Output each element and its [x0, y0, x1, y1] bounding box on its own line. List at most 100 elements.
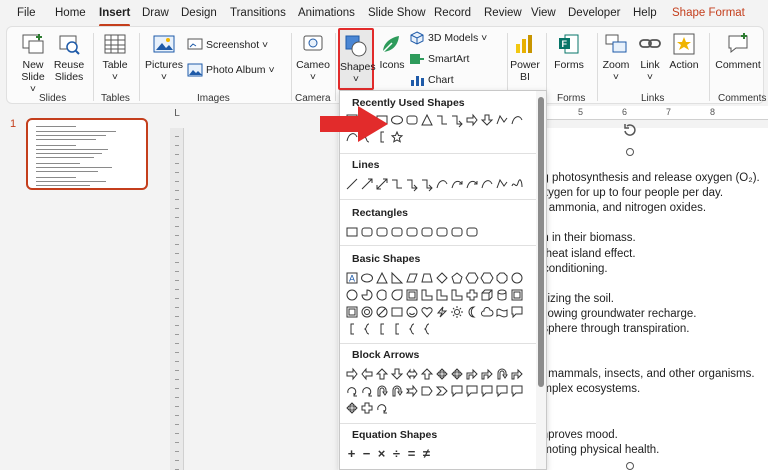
shape-quadarrow-icon[interactable]	[434, 367, 449, 381]
shape-brace-icon[interactable]	[419, 322, 434, 336]
menu-tab-design[interactable]: Design	[181, 7, 217, 19]
menu-tab-file[interactable]: File	[17, 7, 36, 19]
new-slide-button[interactable]: New Slide ˅	[17, 32, 49, 95]
shape-tri-icon[interactable]	[374, 271, 389, 285]
3d-models-button[interactable]: 3D Models ˅	[409, 31, 487, 45]
shape-freeform-icon[interactable]	[494, 177, 509, 191]
link-button[interactable]: Link ˅	[635, 32, 665, 83]
menu-tab-help[interactable]: Help	[633, 7, 657, 19]
shape-notched-icon[interactable]	[404, 384, 419, 398]
shape-rarrow-icon[interactable]	[344, 367, 359, 381]
shape-brace-icon[interactable]	[359, 322, 374, 336]
shape-chevron-icon[interactable]	[434, 384, 449, 398]
gallery-scrollbar[interactable]	[536, 91, 546, 469]
shape-curvearrow-icon[interactable]	[449, 177, 464, 191]
shape-lshape-icon[interactable]	[434, 288, 449, 302]
menu-tab-record[interactable]: Record	[434, 7, 471, 19]
shape-uturn-icon[interactable]	[494, 367, 509, 381]
shape-rarrow-icon[interactable]	[464, 113, 479, 127]
shape-rect-icon[interactable]	[389, 305, 404, 319]
shape-freeform-icon[interactable]	[494, 113, 509, 127]
shape-rrect-icon[interactable]	[404, 113, 419, 127]
shape-sun-icon[interactable]	[449, 305, 464, 319]
shape-frame-icon[interactable]	[404, 288, 419, 302]
equation-shape-icon[interactable]: =	[404, 446, 419, 461]
shape-callout-icon[interactable]	[464, 384, 479, 398]
shape-parallelogram-icon[interactable]	[404, 271, 419, 285]
shape-wave-icon[interactable]	[494, 305, 509, 319]
smartart-button[interactable]: SmartArt	[409, 52, 469, 66]
shape-frame-icon[interactable]	[509, 288, 524, 302]
pictures-button[interactable]: Pictures ˅	[145, 32, 183, 83]
shape-cloud-icon[interactable]	[479, 305, 494, 319]
shape-frame-icon[interactable]	[344, 305, 359, 319]
ruler-tab-selector[interactable]: L	[171, 108, 183, 120]
shape-octagon-icon[interactable]	[494, 271, 509, 285]
shape-elbowarrow-icon[interactable]	[449, 113, 464, 128]
shape-curve-icon[interactable]	[509, 113, 524, 127]
shape-circarrow-icon[interactable]	[344, 384, 359, 398]
table-button[interactable]: Table ˅	[99, 32, 131, 83]
shape-textbox-icon[interactable]: A	[344, 271, 359, 285]
shape-oval-icon[interactable]	[389, 113, 404, 127]
shape-hexagon-icon[interactable]	[479, 271, 494, 285]
shape-curve-icon[interactable]	[434, 177, 449, 191]
shape-larrow-icon[interactable]	[359, 367, 374, 381]
selection-handle-bottom[interactable]	[626, 462, 634, 470]
shape-elbowarrow-icon[interactable]	[404, 177, 419, 192]
shape-bentarrow-icon[interactable]	[464, 367, 479, 381]
shape-bentarrow-icon[interactable]	[509, 367, 524, 381]
menu-tab-shape-format[interactable]: Shape Format	[672, 7, 745, 19]
slide-thumbnail[interactable]	[26, 118, 148, 190]
shape-rrect-icon[interactable]	[359, 225, 374, 239]
equation-shape-icon[interactable]: ≠	[419, 446, 434, 461]
shape-donut-icon[interactable]	[359, 305, 374, 319]
menu-tab-insert[interactable]: Insert	[99, 7, 131, 27]
shape-cube-icon[interactable]	[479, 288, 494, 302]
shape-rrect-icon[interactable]	[389, 225, 404, 239]
gallery-scroll-thumb[interactable]	[538, 97, 544, 387]
shape-can-icon[interactable]	[494, 288, 509, 302]
shape-teardrop-icon[interactable]	[389, 288, 404, 302]
shapes-button[interactable]: Shapes ˅	[338, 28, 376, 90]
shape-uarrow-icon[interactable]	[374, 367, 389, 381]
shape-circle-icon[interactable]	[509, 271, 524, 285]
shape-circarrow-icon[interactable]	[359, 384, 374, 398]
shape-hexagon-icon[interactable]	[464, 271, 479, 285]
shape-diamond-icon[interactable]	[434, 271, 449, 285]
shape-uarrow-icon[interactable]	[419, 367, 434, 381]
menu-tab-animations[interactable]: Animations	[298, 7, 355, 19]
power-bi-button[interactable]: Power BI	[510, 32, 540, 83]
shape-rrect-icon[interactable]	[449, 225, 464, 239]
zoom-button[interactable]: Zoom ˅	[601, 32, 631, 83]
shape-bolt-icon[interactable]	[434, 305, 449, 319]
shape-nosymbol-icon[interactable]	[374, 305, 389, 319]
shape-uturn-icon[interactable]	[389, 384, 404, 398]
shape-elbow-icon[interactable]	[389, 177, 404, 191]
shape-pentagon-icon[interactable]	[449, 271, 464, 285]
shape-lshape-icon[interactable]	[419, 288, 434, 302]
forms-button[interactable]: F Forms	[551, 32, 587, 71]
comment-button[interactable]: Comment	[715, 32, 761, 71]
shape-bentarrow-icon[interactable]	[479, 367, 494, 381]
screenshot-button[interactable]: Screenshot ˅	[187, 38, 268, 52]
shape-uturn-icon[interactable]	[374, 384, 389, 398]
shape-circarrow-icon[interactable]	[374, 401, 389, 415]
shape-pentagonarrow-icon[interactable]	[419, 384, 434, 398]
shape-elbowarrow-icon[interactable]	[419, 177, 434, 192]
shape-darrowline-icon[interactable]	[374, 177, 389, 191]
shape-heart-icon[interactable]	[419, 305, 434, 319]
shape-curve-icon[interactable]	[479, 177, 494, 191]
shape-callout-icon[interactable]	[494, 384, 509, 398]
shape-bracket-icon[interactable]	[344, 322, 359, 336]
equation-shape-icon[interactable]: ×	[374, 446, 389, 461]
equation-shape-icon[interactable]: −	[359, 446, 374, 461]
menu-tab-slide-show[interactable]: Slide Show	[368, 7, 426, 19]
reuse-slides-button[interactable]: Reuse Slides	[51, 32, 87, 83]
cameo-button[interactable]: Cameo ˅	[295, 32, 331, 83]
shape-line-icon[interactable]	[344, 177, 359, 191]
shape-rrect-icon[interactable]	[419, 225, 434, 239]
shape-rrect-icon[interactable]	[434, 225, 449, 239]
shape-plus-icon[interactable]	[359, 401, 374, 415]
shape-lshape-icon[interactable]	[449, 288, 464, 302]
